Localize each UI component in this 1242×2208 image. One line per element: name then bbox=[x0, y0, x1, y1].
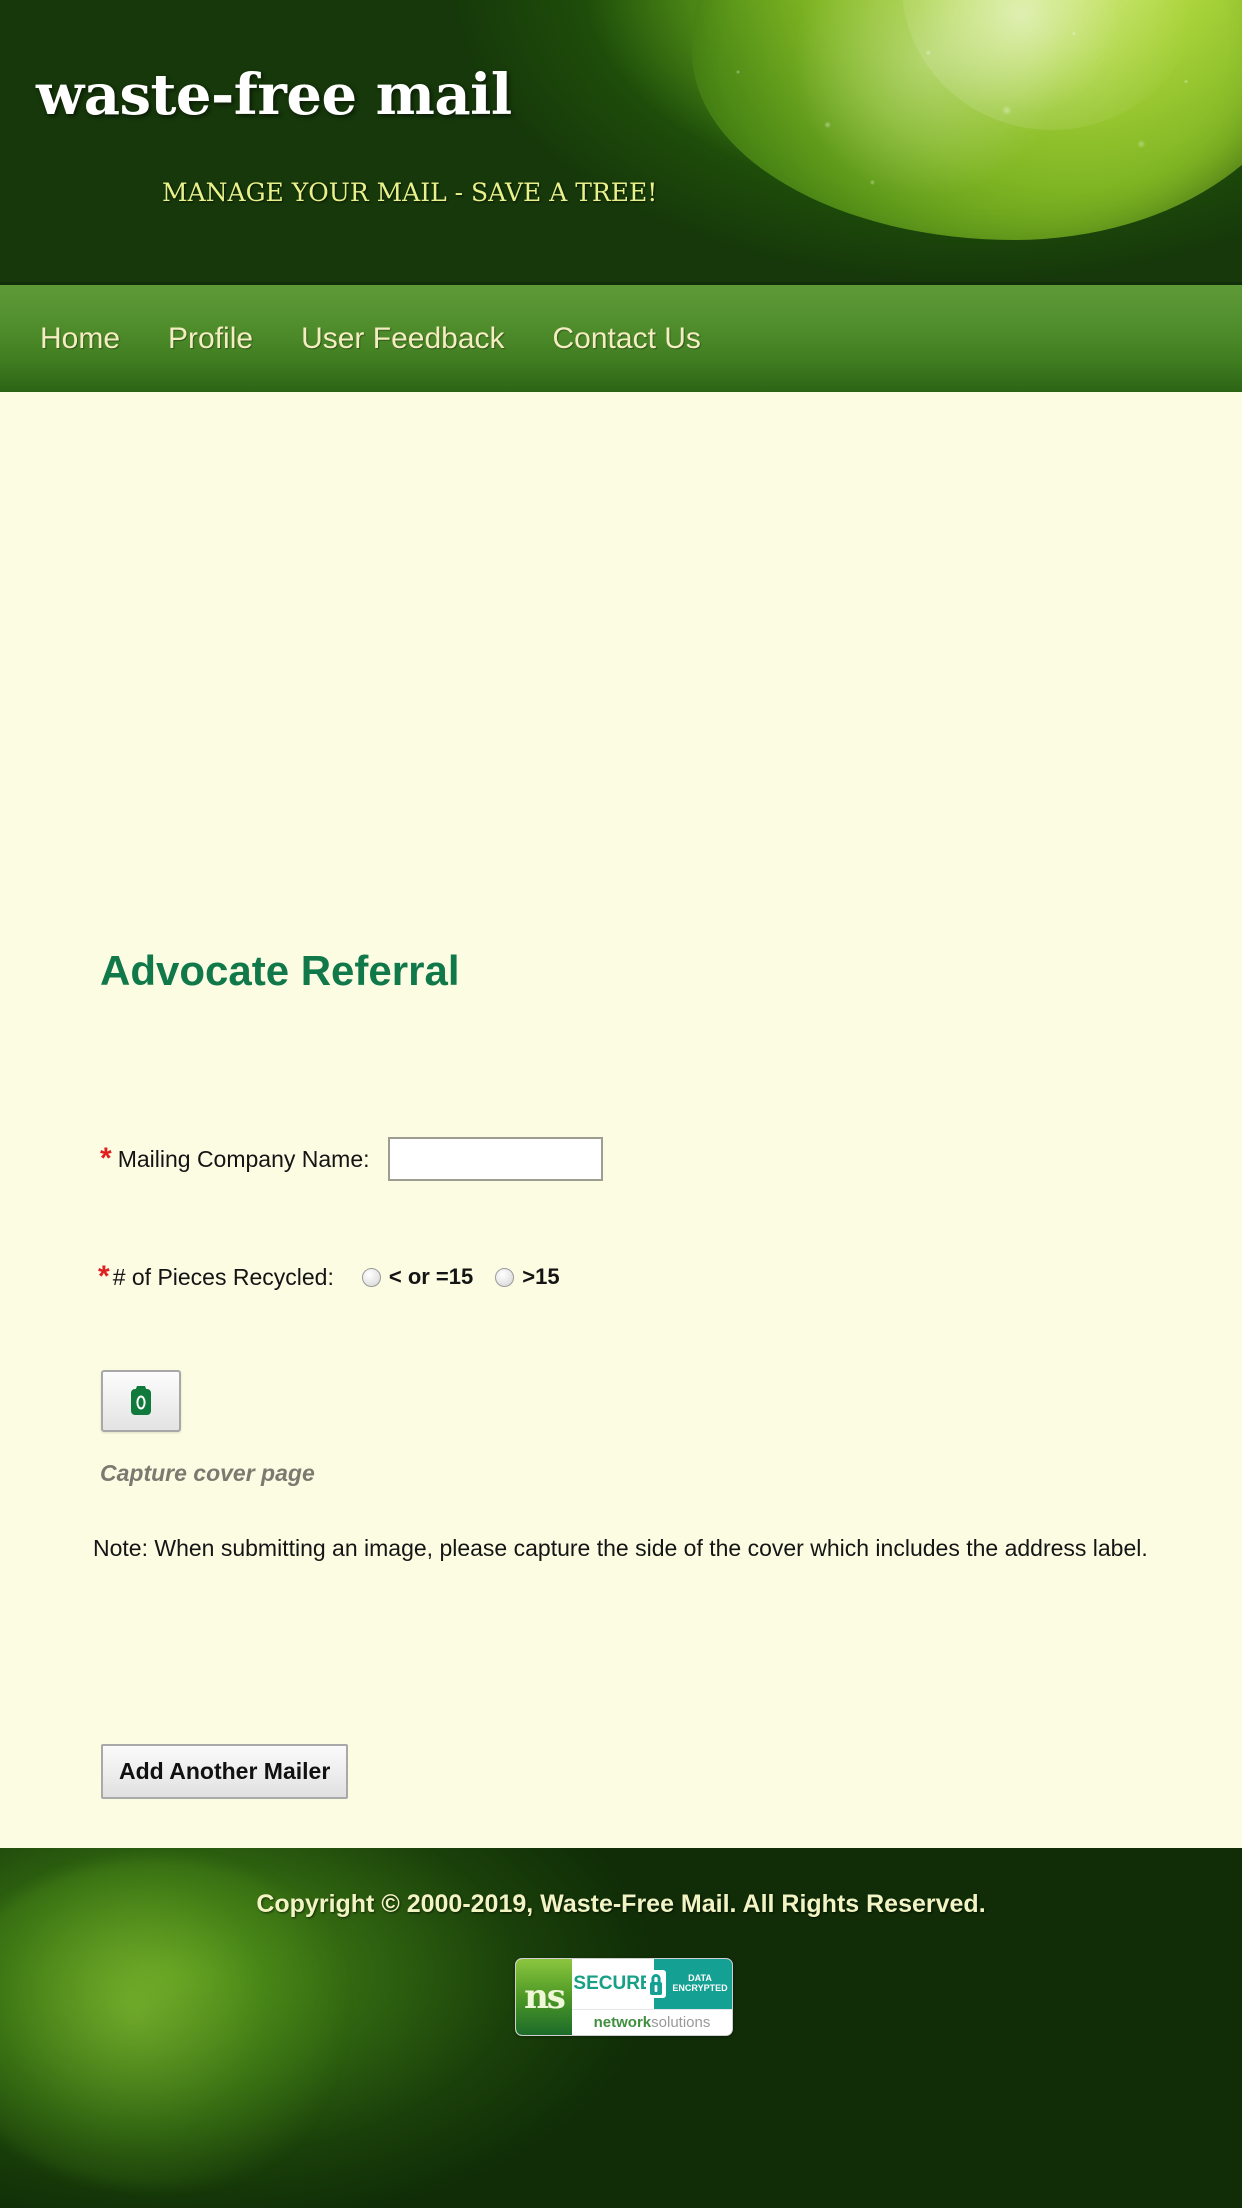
pieces-recycled-radio-group: < or =15 >15 bbox=[361, 1264, 582, 1290]
radio-label-gt15: >15 bbox=[522, 1264, 560, 1289]
camera-icon bbox=[131, 1386, 151, 1415]
add-another-mailer-button[interactable]: Add Another Mailer bbox=[101, 1744, 349, 1799]
seal-encrypted-label: ENCRYPTED bbox=[672, 1983, 728, 1993]
seal-secure-text: SECURE bbox=[572, 1959, 654, 2009]
main-content: Advocate Referral * Mailing Company Name… bbox=[0, 392, 1242, 2132]
seal-body: SECURE DATA ENCRYPTED network solutions bbox=[572, 1959, 732, 2035]
capture-cover-page-caption: Capture cover page bbox=[100, 1460, 315, 1486]
radio-label-lte15: < or =15 bbox=[388, 1264, 474, 1289]
pieces-recycled-label: # of Pieces Recycled: bbox=[112, 1263, 334, 1290]
nav-item-user-feedback[interactable]: User Feedback bbox=[301, 322, 504, 356]
mailing-company-row: * Mailing Company Name: bbox=[100, 1137, 603, 1181]
seal-bottom-row: network solutions bbox=[572, 2009, 732, 2035]
image-submission-note: Note: When submitting an image, please c… bbox=[93, 1535, 1148, 1561]
mailing-company-input[interactable] bbox=[387, 1137, 603, 1181]
seal-brand-mark: ns bbox=[516, 1959, 572, 2035]
site-header: waste-free mail MANAGE YOUR MAIL - SAVE … bbox=[0, 0, 1242, 282]
seal-network-text: network bbox=[593, 2014, 652, 2031]
main-navigation: Home Profile User Feedback Contact Us bbox=[0, 282, 1242, 392]
nav-item-contact-us[interactable]: Contact Us bbox=[553, 322, 701, 356]
seal-solutions-text: solutions bbox=[651, 2014, 711, 2031]
capture-cover-page-button[interactable] bbox=[101, 1370, 181, 1432]
site-tagline: MANAGE YOUR MAIL - SAVE A TREE! bbox=[162, 178, 658, 207]
required-asterisk-pieces: * bbox=[98, 1260, 110, 1293]
seal-top-row: SECURE DATA ENCRYPTED bbox=[572, 1959, 732, 2009]
seal-encrypted-badge: DATA ENCRYPTED bbox=[646, 1959, 732, 2009]
required-asterisk-company: * bbox=[100, 1142, 112, 1175]
nav-item-profile[interactable]: Profile bbox=[168, 322, 253, 356]
mailing-company-label: Mailing Company Name: bbox=[117, 1145, 370, 1172]
network-solutions-secure-seal[interactable]: ns SECURE DATA ENCRYPTED network solutio… bbox=[515, 1958, 733, 2036]
site-title: waste-free mail bbox=[36, 62, 512, 128]
radio-option-gt15[interactable]: >15 bbox=[495, 1264, 560, 1290]
lock-icon bbox=[646, 1970, 666, 1998]
page-root: waste-free mail MANAGE YOUR MAIL - SAVE … bbox=[0, 0, 1242, 2208]
page-title: Advocate Referral bbox=[100, 947, 460, 994]
nav-item-home[interactable]: Home bbox=[40, 322, 120, 356]
copyright-text: Copyright © 2000-2019, Waste-Free Mail. … bbox=[256, 1890, 986, 1918]
radio-button-gt15[interactable] bbox=[495, 1267, 515, 1287]
pieces-recycled-row: * # of Pieces Recycled: < or =15 >15 bbox=[98, 1262, 582, 1292]
water-droplets-texture bbox=[682, 0, 1242, 240]
radio-option-lte15[interactable]: < or =15 bbox=[361, 1264, 474, 1290]
radio-button-lte15[interactable] bbox=[361, 1267, 381, 1287]
ns-logo-icon: ns bbox=[524, 1977, 566, 2017]
